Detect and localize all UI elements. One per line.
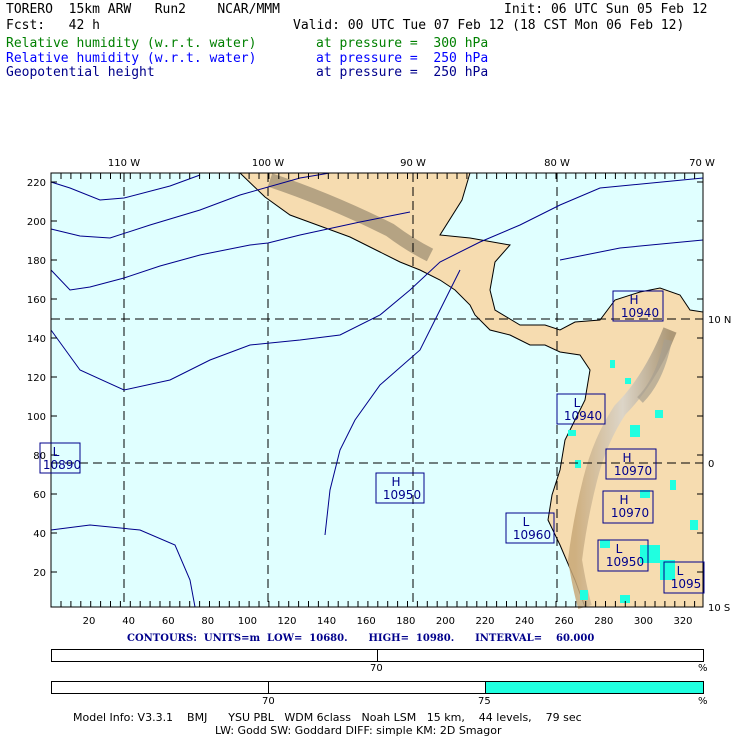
center-value: 10970 — [611, 506, 649, 520]
lon-label: 80 W — [544, 158, 570, 169]
rh-250-unit: % — [698, 696, 708, 707]
center-value: 1095 — [671, 577, 702, 591]
lat-label: 0 — [708, 459, 714, 470]
x-tick-label: 120 — [277, 616, 296, 627]
center-value: 10940 — [564, 409, 602, 423]
y-tick-label: 40 — [33, 529, 46, 540]
y-tick-label: 220 — [27, 178, 46, 189]
center-type: L — [677, 564, 684, 578]
center-type: H — [622, 451, 631, 465]
model-info: Model Info: V3.3.1 BMJ YSU PBL WDM 6clas… — [73, 711, 582, 724]
center-type: L — [523, 515, 530, 529]
center-value: 10950 — [606, 555, 644, 569]
x-tick-label: 240 — [515, 616, 534, 627]
x-tick-label: 20 — [83, 616, 96, 627]
center-value: 10960 — [513, 528, 551, 542]
rh-300-colorbar — [51, 649, 704, 662]
y-tick-label: 120 — [27, 373, 46, 384]
rh-250-tick: 75 — [478, 696, 491, 707]
y-tick-label: 160 — [27, 295, 46, 306]
x-tick-label: 140 — [317, 616, 336, 627]
lon-label: 110 W — [108, 158, 140, 169]
x-tick-label: 300 — [634, 616, 653, 627]
center-type: L — [574, 396, 581, 410]
physics-info: LW: Godd SW: Goddard DIFF: simple KM: 2D… — [215, 724, 502, 737]
x-tick-label: 320 — [673, 616, 692, 627]
x-tick-label: 60 — [162, 616, 175, 627]
rh-250-colorbar — [51, 681, 704, 694]
y-tick-label: 200 — [27, 217, 46, 228]
x-tick-label: 100 — [238, 616, 257, 627]
center-value: 10970 — [614, 464, 652, 478]
center-type: H — [619, 493, 628, 507]
center-type: H — [391, 475, 400, 489]
lat-label: 10 S — [708, 603, 730, 614]
rh-300-unit: % — [698, 663, 708, 674]
y-tick-label: 20 — [33, 568, 46, 579]
center-value: 10940 — [621, 306, 659, 320]
x-tick-label: 80 — [201, 616, 214, 627]
y-tick-label: 100 — [27, 412, 46, 423]
center-value: 10950 — [383, 488, 421, 502]
y-tick-label: 180 — [27, 256, 46, 267]
x-tick-label: 280 — [594, 616, 613, 627]
center-type: L — [616, 542, 623, 556]
colorbar-fill-75 — [485, 682, 703, 693]
y-tick-label: 140 — [27, 334, 46, 345]
x-tick-label: 40 — [122, 616, 135, 627]
lon-label: 90 W — [400, 158, 426, 169]
contour-info: CONTOURS: UNITS=m LOW= 10680. HIGH= 1098… — [127, 633, 595, 644]
rh-250-tick: 70 — [262, 696, 275, 707]
lon-label: 70 W — [689, 158, 715, 169]
center-type: H — [629, 293, 638, 307]
x-tick-label: 200 — [436, 616, 455, 627]
lat-label: 10 N — [708, 315, 731, 326]
colorbar-divider — [377, 650, 378, 661]
y-tick-label: 60 — [33, 490, 46, 501]
center-type: L — [53, 445, 60, 459]
x-tick-label: 260 — [555, 616, 574, 627]
weather-map: 110 W 100 W 90 W 80 W 70 W 10 N 0 10 S 2… — [27, 158, 731, 627]
rh-300-tick: 70 — [370, 663, 383, 674]
colorbar-divider — [268, 682, 269, 693]
x-tick-label: 220 — [475, 616, 494, 627]
x-tick-label: 160 — [357, 616, 376, 627]
center-value: 10890 — [43, 458, 81, 472]
lon-label: 100 W — [252, 158, 284, 169]
x-tick-label: 180 — [396, 616, 415, 627]
